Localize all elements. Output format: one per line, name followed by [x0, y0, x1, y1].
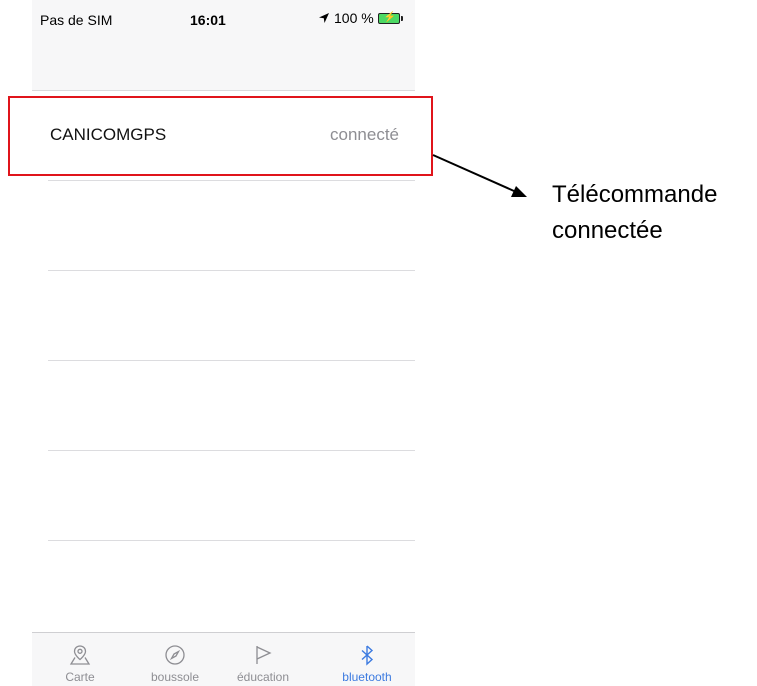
annotation-text: Télécommande connectée — [552, 177, 717, 249]
annotation-line-2: connectée — [552, 217, 663, 244]
callout-arrow — [432, 154, 527, 197]
annotation-line-1: Télécommande — [552, 181, 718, 208]
